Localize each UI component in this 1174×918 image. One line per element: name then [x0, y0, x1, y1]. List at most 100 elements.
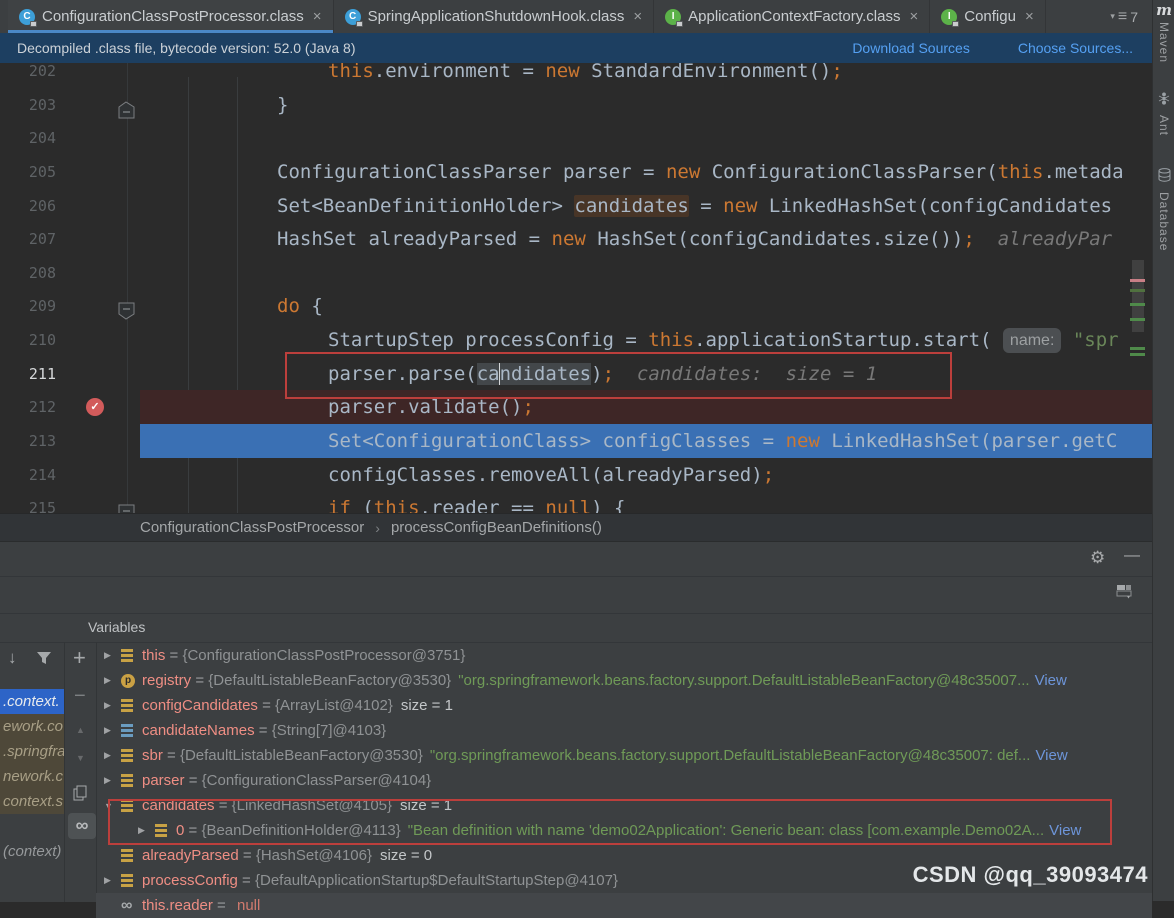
close-icon[interactable]: ×: [313, 8, 322, 25]
code-line[interactable]: 202this.environment = new StandardEnviro…: [0, 63, 1152, 88]
layout-settings-icon[interactable]: [1116, 584, 1133, 604]
close-icon[interactable]: ×: [633, 8, 642, 25]
code-line[interactable]: 207HashSet alreadyParsed = new HashSet(c…: [0, 222, 1152, 256]
expand-arrow[interactable]: ▶: [104, 675, 121, 686]
collapse-arrow[interactable]: ▼: [104, 801, 121, 811]
close-icon[interactable]: ×: [1025, 8, 1034, 25]
code-segment: LinkedHashSet(configCandidates: [757, 195, 1112, 217]
fold-marker[interactable]: [118, 96, 135, 130]
expand-arrow[interactable]: ▶: [138, 825, 155, 836]
filter-icon[interactable]: [36, 651, 53, 670]
tool-window-button-maven[interactable]: mMaven: [1153, 3, 1174, 63]
code-line[interactable]: 203}: [0, 88, 1152, 122]
line-number[interactable]: 205: [0, 155, 56, 189]
code-line[interactable]: 206Set<BeanDefinitionHolder> candidates …: [0, 189, 1152, 223]
minimize-icon[interactable]: —: [1124, 547, 1140, 565]
line-number[interactable]: 211: [0, 357, 56, 391]
variable-row[interactable]: ▶this = {ConfigurationClassPostProcessor…: [96, 643, 1152, 668]
line-number[interactable]: 212: [0, 390, 56, 424]
line-number[interactable]: 209: [0, 289, 56, 323]
line-number[interactable]: 214: [0, 458, 56, 492]
add-watch-icon[interactable]: +: [73, 645, 86, 671]
step-down-icon[interactable]: ↓: [8, 648, 17, 668]
stack-frame[interactable]: .context.: [0, 689, 64, 714]
tool-window-button-ant[interactable]: Ant: [1153, 92, 1174, 136]
code-line[interactable]: 213Set<ConfigurationClass> configClasses…: [0, 424, 1152, 458]
expand-arrow[interactable]: ▶: [104, 750, 121, 761]
code-line[interactable]: 212✓parser.validate();: [0, 390, 1152, 424]
stack-frame[interactable]: context.s: [0, 789, 64, 814]
editor-tab[interactable]: CConfigurationClassPostProcessor.class×: [8, 0, 334, 33]
gear-icon[interactable]: ⚙: [1090, 548, 1105, 568]
array-glyph: [121, 724, 133, 737]
move-up-icon[interactable]: ▲: [76, 725, 85, 735]
expand-arrow[interactable]: ▶: [104, 875, 121, 886]
code-line[interactable]: 211parser.parse(candidates); candidates:…: [0, 357, 1152, 391]
variable-row[interactable]: ▶pregistry = {DefaultListableBeanFactory…: [96, 668, 1152, 693]
fold-marker[interactable]: [118, 499, 135, 513]
choose-sources-link[interactable]: Choose Sources...: [1018, 40, 1133, 56]
code-segment: candidates: [574, 195, 688, 217]
code-line[interactable]: 208: [0, 256, 1152, 290]
editor-tab[interactable]: IConfigu×: [930, 0, 1045, 33]
code-line[interactable]: 205ConfigurationClassParser parser = new…: [0, 155, 1152, 189]
variable-row[interactable]: ▼candidates = {LinkedHashSet@4105}size =…: [96, 793, 1152, 818]
variable-row[interactable]: ▶candidateNames = {String[7]@4103}: [96, 718, 1152, 743]
tab-variables[interactable]: Variables: [88, 613, 145, 642]
expand-arrow[interactable]: ▶: [104, 650, 121, 661]
view-link[interactable]: View: [1035, 747, 1067, 764]
equals-sign: =: [215, 797, 232, 814]
line-number[interactable]: 203: [0, 88, 56, 122]
line-number[interactable]: 202: [0, 63, 56, 88]
editor-tab[interactable]: CSpringApplicationShutdownHook.class×: [334, 0, 655, 33]
field-icon: [121, 649, 142, 662]
line-number[interactable]: 204: [0, 121, 56, 155]
code-text: if (this.reader == null) {: [328, 491, 625, 513]
variable-row[interactable]: ▶sbr = {DefaultListableBeanFactory@3530}…: [96, 743, 1152, 768]
stack-frame[interactable]: ework.co: [0, 714, 64, 739]
code-line[interactable]: 204: [0, 121, 1152, 155]
editor-scrollbar[interactable]: [1132, 260, 1144, 332]
download-sources-link[interactable]: Download Sources: [852, 40, 970, 56]
line-number[interactable]: 206: [0, 189, 56, 223]
breadcrumb-class[interactable]: ConfigurationClassPostProcessor: [140, 519, 364, 536]
line-number[interactable]: 213: [0, 424, 56, 458]
remove-watch-icon[interactable]: −: [74, 685, 86, 708]
code-line[interactable]: 210StartupStep processConfig = this.appl…: [0, 323, 1152, 357]
code-line[interactable]: 209do {: [0, 289, 1152, 323]
variable-row[interactable]: ▶0 = {BeanDefinitionHolder@4113}"Bean de…: [96, 818, 1152, 843]
breakpoint-icon[interactable]: ✓: [86, 398, 104, 416]
code-line[interactable]: 215 if (this.reader == null) {: [0, 491, 1152, 513]
code-segment: "spr: [1073, 329, 1119, 351]
line-number[interactable]: 215: [0, 491, 56, 513]
close-icon[interactable]: ×: [909, 8, 918, 25]
copy-icon[interactable]: [73, 785, 88, 806]
stack-frame[interactable]: nework.c: [0, 764, 64, 789]
view-link[interactable]: View: [1035, 672, 1067, 689]
variable-row[interactable]: ∞this.reader = null: [96, 893, 1152, 918]
editor-tab[interactable]: IApplicationContextFactory.class×: [654, 0, 930, 33]
variable-row[interactable]: ▶parser = {ConfigurationClassParser@4104…: [96, 768, 1152, 793]
show-watches-toggle[interactable]: ∞: [68, 813, 96, 839]
expand-arrow[interactable]: ▶: [104, 700, 121, 711]
expand-arrow[interactable]: ▶: [104, 725, 121, 736]
line-number[interactable]: 210: [0, 323, 56, 357]
expand-arrow[interactable]: ▶: [104, 775, 121, 786]
code-editor[interactable]: 202this.environment = new StandardEnviro…: [0, 63, 1152, 513]
code-line[interactable]: 214configClasses.removeAll(alreadyParsed…: [0, 458, 1152, 492]
breadcrumb-method[interactable]: processConfigBeanDefinitions(): [391, 519, 602, 536]
variable-row[interactable]: ▶configCandidates = {ArrayList@4102}size…: [96, 693, 1152, 718]
fold-marker[interactable]: [118, 297, 135, 331]
variable-size: size = 1: [400, 797, 452, 814]
move-down-icon[interactable]: ▼: [76, 753, 85, 763]
stack-frame[interactable]: .springfra: [0, 739, 64, 764]
stack-frame[interactable]: (context): [0, 839, 64, 864]
view-link[interactable]: View: [1049, 822, 1081, 839]
variable-name: registry: [142, 672, 191, 689]
hidden-tabs-widget[interactable]: ▾ ≡ 7: [1110, 0, 1138, 33]
variable-ref: {DefaultListableBeanFactory@3530}: [208, 672, 451, 689]
tool-window-button-database[interactable]: Database: [1153, 168, 1174, 251]
line-number[interactable]: 208: [0, 256, 56, 290]
maven-icon: m: [1156, 3, 1172, 17]
line-number[interactable]: 207: [0, 222, 56, 256]
